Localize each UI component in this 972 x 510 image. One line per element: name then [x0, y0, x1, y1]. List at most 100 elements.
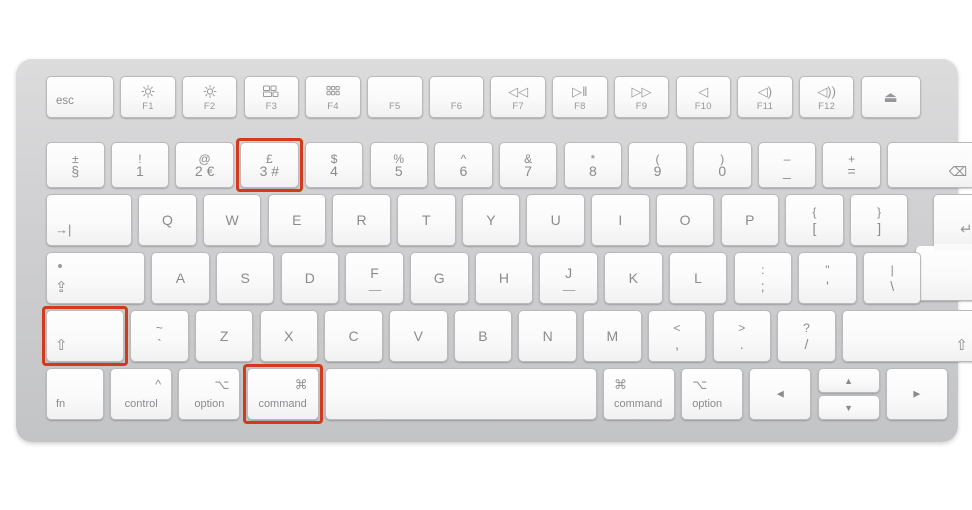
key-0[interactable]: ) 0: [693, 142, 752, 188]
key-9[interactable]: (9: [628, 142, 687, 188]
bracket-right-upper-legend: }: [877, 205, 882, 219]
key-h[interactable]: H: [474, 252, 534, 304]
key-f6[interactable]: F6: [428, 76, 485, 118]
f10-label: F10: [694, 100, 712, 112]
f1-label: F1: [142, 100, 154, 112]
f-homing-bar: [368, 289, 382, 291]
key-bracket-left[interactable]: {[: [785, 194, 844, 246]
key-comma[interactable]: <,: [647, 310, 707, 362]
key-x[interactable]: X: [259, 310, 319, 362]
key-n[interactable]: N: [518, 310, 577, 362]
key-eject[interactable]: ⏏: [860, 76, 921, 118]
key-semicolon[interactable]: :;: [733, 252, 792, 304]
key-a[interactable]: A: [151, 252, 210, 304]
key-8[interactable]: * 8: [563, 142, 623, 188]
key-backslash[interactable]: | \: [862, 252, 922, 304]
key-minus[interactable]: – _: [757, 142, 817, 188]
key-g[interactable]: G: [410, 252, 469, 304]
key-f3[interactable]: F3: [243, 76, 300, 118]
key-esc[interactable]: esc: [46, 76, 114, 118]
key-j[interactable]: J: [539, 252, 598, 304]
key-command-left[interactable]: ⌘ command: [246, 368, 319, 420]
key-f2[interactable]: F2: [181, 76, 238, 118]
key-period[interactable]: >.: [712, 310, 771, 362]
key-u[interactable]: U: [526, 194, 585, 246]
key-4[interactable]: $4: [304, 142, 364, 188]
key-c[interactable]: C: [324, 310, 383, 362]
key-2[interactable]: @2 €: [175, 142, 234, 188]
key-space[interactable]: [324, 368, 597, 420]
key-s[interactable]: S: [215, 252, 275, 304]
key-k[interactable]: K: [604, 252, 663, 304]
key-f1[interactable]: F1: [120, 76, 176, 118]
minus-lower-legend: _: [783, 163, 791, 180]
key-fn[interactable]: fn: [46, 368, 104, 420]
f4-label: F4: [327, 100, 339, 112]
key-w[interactable]: W: [202, 194, 262, 246]
key-f5[interactable]: F5: [367, 76, 423, 118]
key-b[interactable]: B: [453, 310, 513, 362]
key-e[interactable]: E: [267, 194, 327, 246]
key-z[interactable]: Z: [194, 310, 254, 362]
key-f10[interactable]: ◁ F10: [675, 76, 731, 118]
key-f[interactable]: F: [345, 252, 404, 304]
key-6[interactable]: ^ 6: [434, 142, 493, 188]
key-3[interactable]: £3 #: [240, 142, 299, 188]
key-5[interactable]: % 5: [369, 142, 428, 188]
key-f7[interactable]: ◁◁ F7: [490, 76, 546, 118]
key-f12[interactable]: ◁)) F12: [798, 76, 855, 118]
key-shift-left[interactable]: ⇧: [46, 310, 124, 362]
key-delete[interactable]: ⌫: [887, 142, 972, 188]
key-control-left[interactable]: ^ control: [110, 368, 173, 420]
key-option-left[interactable]: ⌥ option: [178, 368, 241, 420]
key-quote[interactable]: " ': [798, 252, 857, 304]
key-p[interactable]: P: [720, 194, 779, 246]
key-shift-right[interactable]: ⇧: [841, 310, 972, 362]
key-r[interactable]: R: [332, 194, 391, 246]
4-lower-legend: 4: [330, 163, 338, 180]
key-f8[interactable]: ▷‖ F8: [552, 76, 608, 118]
key-slash[interactable]: ? /: [777, 310, 836, 362]
grave-upper-legend: ~: [155, 321, 163, 335]
key-command-right[interactable]: ⌘ command: [603, 368, 675, 420]
key-equal[interactable]: + =: [822, 142, 881, 188]
key-return[interactable]: ↵: [914, 194, 972, 304]
period-lower-legend: .: [739, 336, 744, 352]
key-o[interactable]: O: [655, 194, 715, 246]
f8-label: F8: [574, 100, 586, 112]
key-m[interactable]: M: [583, 310, 642, 362]
shift-left-glyph-icon: ⇧: [55, 337, 68, 354]
c-legend: C: [348, 328, 359, 344]
key-y[interactable]: Y: [461, 194, 521, 246]
key-1[interactable]: ! 1: [110, 142, 170, 188]
key-f11[interactable]: ◁) F11: [737, 76, 793, 118]
key-caps-lock[interactable]: ⇪: [46, 252, 145, 304]
key-f9[interactable]: ▷▷ F9: [613, 76, 670, 118]
key-arrow-left[interactable]: ◀: [749, 368, 812, 420]
bracket-right-lower-legend: ]: [877, 220, 882, 236]
key-7[interactable]: & 7: [498, 142, 558, 188]
key-grave[interactable]: ~ `: [130, 310, 189, 362]
key-arrow-down[interactable]: ▼: [817, 395, 880, 420]
key-arrow-up[interactable]: ▲: [817, 368, 880, 393]
key-d[interactable]: D: [280, 252, 340, 304]
launchpad-icon: [326, 86, 340, 96]
key-l[interactable]: L: [668, 252, 728, 304]
key-option-right[interactable]: ⌥ option: [681, 368, 744, 420]
key-tab[interactable]: →|: [46, 194, 132, 246]
key-i[interactable]: I: [591, 194, 650, 246]
key-f4[interactable]: F4: [305, 76, 361, 118]
key-section[interactable]: ± §: [46, 142, 105, 188]
key-v[interactable]: V: [389, 310, 448, 362]
key-arrow-right[interactable]: ▶: [885, 368, 948, 420]
key-q[interactable]: Q: [138, 194, 197, 246]
f8-glyph-icon: ▷‖: [572, 84, 588, 100]
f9-label: F9: [635, 100, 648, 112]
key-t[interactable]: T: [397, 194, 456, 246]
i-legend: I: [618, 212, 623, 228]
key-bracket-right[interactable]: }]: [849, 194, 909, 246]
g-legend: G: [433, 270, 445, 286]
w-legend: W: [225, 212, 239, 228]
f11-glyph-icon: ◁): [757, 84, 773, 100]
v-legend: V: [413, 328, 423, 344]
